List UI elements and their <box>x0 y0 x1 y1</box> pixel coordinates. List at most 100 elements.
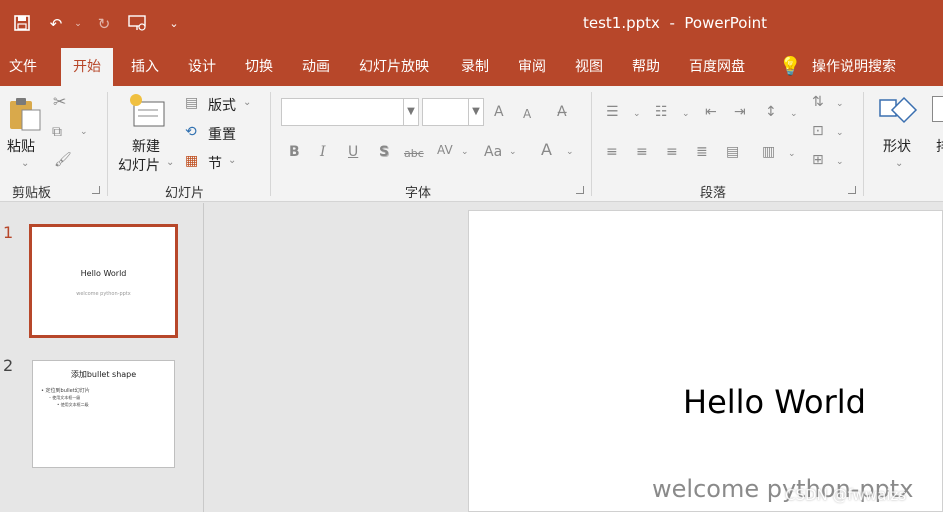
distributed-icon[interactable]: ▤ <box>726 144 739 160</box>
bold-icon[interactable]: B <box>289 144 300 160</box>
paragraph-launcher-icon[interactable] <box>848 186 856 194</box>
numbering-dropdown-icon[interactable]: ⌄ <box>682 106 690 122</box>
arrange-button[interactable]: 排 <box>936 136 943 156</box>
increase-indent-icon[interactable]: ⇥ <box>734 104 746 120</box>
tab-help[interactable]: 帮助 <box>632 48 660 86</box>
tab-view[interactable]: 视图 <box>575 48 603 86</box>
tell-me-search[interactable]: 操作说明搜索 <box>812 48 896 86</box>
section-button[interactable]: 节 <box>208 153 222 173</box>
undo-icon[interactable]: ↶ <box>46 14 66 34</box>
tab-review[interactable]: 审阅 <box>518 48 546 86</box>
customize-qat-icon[interactable]: ⌄ <box>164 14 184 34</box>
line-spacing-icon[interactable]: ↕ <box>765 104 777 120</box>
tab-design[interactable]: 设计 <box>188 48 216 86</box>
shrink-font-icon[interactable]: A <box>523 106 531 122</box>
character-spacing-dropdown-icon[interactable]: ⌄ <box>461 144 469 160</box>
new-slide-dropdown-icon[interactable]: ⌄ <box>166 155 174 171</box>
undo-dropdown-icon[interactable]: ⌄ <box>68 14 88 34</box>
decrease-indent-icon[interactable]: ⇤ <box>705 104 717 120</box>
tab-animations[interactable]: 动画 <box>302 48 330 86</box>
new-slide-icon[interactable] <box>128 92 168 130</box>
grow-font-icon[interactable]: A <box>494 104 504 120</box>
tab-record[interactable]: 录制 <box>461 48 489 86</box>
slide-thumbnail-2[interactable]: 添加bullet shape • 定位到bullet幻灯片 – 使用文本框一级 … <box>32 360 175 468</box>
thumb-subtitle: welcome python-pptx <box>76 291 131 297</box>
tab-insert[interactable]: 插入 <box>131 48 159 86</box>
new-slide-label-2[interactable]: 幻灯片 <box>118 155 160 175</box>
copy-dropdown-icon[interactable]: ⌄ <box>80 124 88 140</box>
ribbon: 粘贴 ⌄ ✂ ⧉ ⌄ 🖌 剪贴板 新建 幻灯片 ⌄ ▤ 版式 ⌄ ⟲ 重置 ▦ … <box>0 86 943 202</box>
separator <box>107 92 108 196</box>
arrange-icon[interactable] <box>932 96 943 122</box>
cut-icon[interactable]: ✂ <box>53 94 66 110</box>
font-group-label: 字体 <box>405 186 432 201</box>
lightbulb-icon[interactable]: 💡 <box>779 48 801 86</box>
redo-icon[interactable]: ↻ <box>94 14 114 34</box>
character-spacing-icon[interactable]: AV <box>437 142 453 158</box>
tab-home[interactable]: 开始 <box>61 48 113 86</box>
section-icon[interactable]: ▦ <box>185 153 198 169</box>
reset-button[interactable]: 重置 <box>208 124 236 144</box>
paste-dropdown-icon[interactable]: ⌄ <box>21 156 29 172</box>
paragraph-group-label: 段落 <box>700 186 727 201</box>
text-direction-icon[interactable]: ⇅ <box>812 94 824 110</box>
font-name-dropdown[interactable]: ▼ <box>281 98 419 126</box>
current-slide[interactable]: Hello World welcome python-pptx <box>468 210 943 512</box>
bullets-icon[interactable]: ☰ <box>606 104 619 120</box>
tab-transitions[interactable]: 切换 <box>245 48 273 86</box>
shapes-button[interactable]: 形状 <box>883 136 911 156</box>
align-right-icon[interactable]: ≡ <box>666 144 678 160</box>
chevron-down-icon: ▼ <box>468 99 483 125</box>
ribbon-tabs: 文件 开始 插入 设计 切换 动画 幻灯片放映 录制 审阅 视图 帮助 百度网盘… <box>0 48 943 86</box>
save-icon[interactable] <box>12 14 32 34</box>
copy-icon[interactable]: ⧉ <box>52 124 62 140</box>
bullets-dropdown-icon[interactable]: ⌄ <box>633 106 641 122</box>
slide-thumbnail-1[interactable]: Hello World welcome python-pptx <box>29 224 178 338</box>
smartart-dropdown-icon[interactable]: ⌄ <box>836 154 844 170</box>
tab-file[interactable]: 文件 <box>9 48 37 86</box>
shapes-icon[interactable] <box>878 94 918 130</box>
font-color-icon[interactable]: A <box>541 142 552 158</box>
new-slide-label-1[interactable]: 新建 <box>132 136 160 156</box>
section-dropdown-icon[interactable]: ⌄ <box>228 153 236 169</box>
line-spacing-dropdown-icon[interactable]: ⌄ <box>790 106 798 122</box>
layout-button[interactable]: 版式 <box>208 95 236 115</box>
present-from-start-icon[interactable] <box>128 14 148 34</box>
thumb-bullet: • 使用文本框二级 <box>57 402 89 407</box>
change-case-icon[interactable]: Aa <box>484 144 502 160</box>
slide-title[interactable]: Hello World <box>683 383 866 421</box>
change-case-dropdown-icon[interactable]: ⌄ <box>509 144 517 160</box>
layout-icon[interactable]: ▤ <box>185 95 198 111</box>
text-shadow-icon[interactable]: S <box>379 144 389 160</box>
separator <box>863 92 864 196</box>
text-direction-dropdown-icon[interactable]: ⌄ <box>836 96 844 112</box>
align-text-dropdown-icon[interactable]: ⌄ <box>836 125 844 141</box>
tab-slideshow[interactable]: 幻灯片放映 <box>359 48 429 86</box>
clipboard-launcher-icon[interactable] <box>92 186 100 194</box>
align-center-icon[interactable]: ≡ <box>636 144 648 160</box>
numbering-icon[interactable]: ☷ <box>655 104 668 120</box>
align-left-icon[interactable]: ≡ <box>606 144 618 160</box>
format-painter-icon[interactable]: 🖌 <box>54 152 72 168</box>
chevron-down-icon: ▼ <box>403 99 418 125</box>
layout-dropdown-icon[interactable]: ⌄ <box>243 95 251 111</box>
italic-icon[interactable]: I <box>320 144 326 160</box>
columns-icon[interactable]: ▥ <box>762 144 775 160</box>
font-size-dropdown[interactable]: ▼ <box>422 98 484 126</box>
strikethrough-icon[interactable]: abc <box>404 146 424 162</box>
justify-icon[interactable]: ≣ <box>696 144 708 160</box>
align-text-icon[interactable]: ⊡ <box>812 123 824 139</box>
font-color-dropdown-icon[interactable]: ⌄ <box>566 144 574 160</box>
columns-dropdown-icon[interactable]: ⌄ <box>788 146 796 162</box>
shapes-dropdown-icon[interactable]: ⌄ <box>895 156 903 172</box>
reset-icon[interactable]: ⟲ <box>185 124 197 140</box>
font-launcher-icon[interactable] <box>576 186 584 194</box>
tab-baidu-netdisk[interactable]: 百度网盘 <box>689 48 745 86</box>
thumb-title: Hello World <box>80 269 127 278</box>
thumb-bullet: • 定位到bullet幻灯片 <box>41 388 90 394</box>
paste-button[interactable]: 粘贴 <box>7 136 35 156</box>
smartart-icon[interactable]: ⊞ <box>812 152 824 168</box>
paste-icon[interactable] <box>8 96 42 131</box>
clear-formatting-icon[interactable]: A̶ <box>557 104 567 120</box>
underline-icon[interactable]: U <box>348 144 358 160</box>
